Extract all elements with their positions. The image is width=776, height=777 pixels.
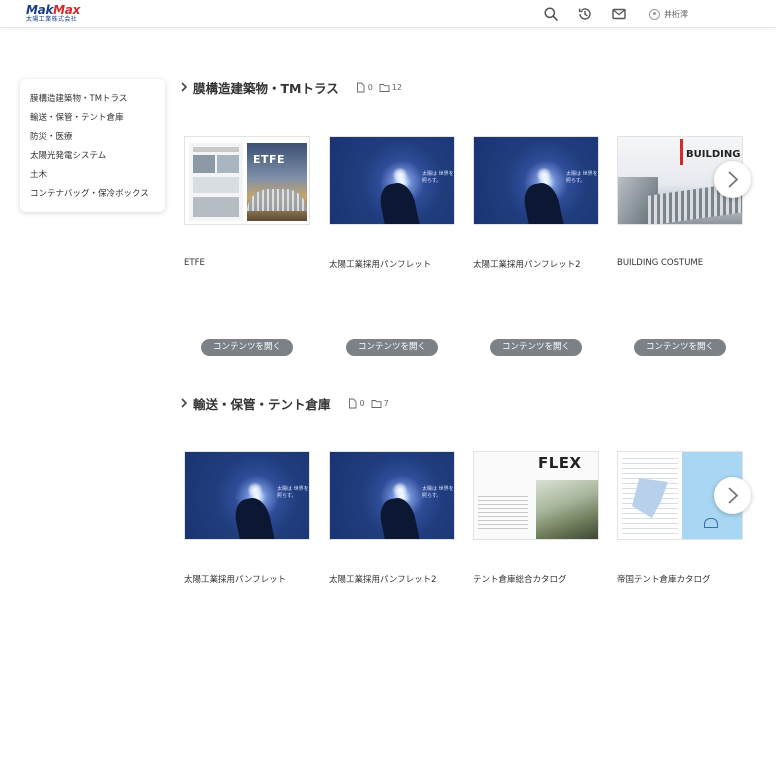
mail-icon[interactable]	[611, 6, 627, 22]
thumbnail[interactable]: FLEX	[473, 451, 599, 540]
category-sidebar: 膜構造建築物・TMトラス 輸送・保管・テント倉庫 防災・医療 太陽光発電システム…	[20, 79, 165, 212]
file-icon	[356, 82, 365, 92]
open-content-button[interactable]: コンテンツを開く	[490, 339, 582, 356]
user-name: 井桁澪	[664, 9, 688, 19]
sidebar-item-solar[interactable]: 太陽光発電システム	[30, 147, 155, 166]
thumbnail[interactable]: 太陽は 世界を照らす。	[184, 451, 310, 540]
card-title[interactable]: 太陽工業採用パンフレット	[329, 258, 431, 270]
section-header: 膜構造建築物・TMトラス 0 12	[179, 79, 402, 96]
file-count: 0	[359, 398, 365, 408]
section-counts: 0 7	[347, 398, 389, 409]
thumbnail[interactable]: 太陽は 世界を照らす。	[329, 136, 455, 225]
sidebar-item-civil[interactable]: 土木	[30, 166, 155, 185]
avatar-icon	[649, 8, 660, 20]
sidebar-item-disaster[interactable]: 防災・医療	[30, 128, 155, 147]
section-title: 膜構造建築物・TMトラス	[193, 80, 339, 96]
open-content-button[interactable]: コンテンツを開く	[346, 339, 438, 356]
folder-count: 12	[391, 82, 402, 92]
section-header: 輸送・保管・テント倉庫 0 7	[179, 395, 389, 412]
card-title[interactable]: 太陽工業採用パンフレット2	[329, 573, 437, 585]
thumbnail[interactable]: 太陽は 世界を照らす。	[329, 451, 455, 540]
company-logo[interactable]: MakMax 太陽工業株式会社	[26, 4, 96, 26]
card-title[interactable]: 太陽工業採用パンフレット	[184, 573, 286, 585]
card-title[interactable]: BUILDING COSTUME	[617, 258, 703, 268]
folder-icon	[379, 83, 390, 92]
card-title[interactable]: テント倉庫総合カタログ	[473, 573, 567, 585]
open-content-button[interactable]: コンテンツを開く	[201, 339, 293, 356]
thumbnail[interactable]: ETFE	[184, 136, 310, 225]
chevron-right-icon[interactable]	[179, 397, 189, 409]
sidebar-item-container[interactable]: コンテナバッグ・保冷ボックス	[30, 185, 155, 204]
chevron-right-icon	[728, 487, 739, 504]
section-title: 輸送・保管・テント倉庫	[193, 396, 331, 412]
folder-count: 7	[383, 398, 389, 408]
open-content-button[interactable]: コンテンツを開く	[634, 339, 726, 356]
card-title[interactable]: 帝国テント倉庫カタログ	[617, 573, 711, 585]
section-counts: 0 12	[355, 82, 402, 93]
file-count: 0	[367, 82, 373, 92]
carousel-next-button[interactable]	[714, 161, 751, 198]
chevron-right-icon[interactable]	[179, 81, 189, 93]
search-icon[interactable]	[543, 6, 559, 22]
card-title[interactable]: 太陽工業採用パンフレット2	[473, 258, 581, 270]
user-menu[interactable]: 井桁澪	[649, 7, 688, 21]
sidebar-item-transport[interactable]: 輸送・保管・テント倉庫	[30, 109, 155, 128]
folder-icon	[371, 399, 382, 408]
sidebar-item-membrane[interactable]: 膜構造建築物・TMトラス	[30, 90, 155, 109]
carousel-next-button[interactable]	[714, 477, 751, 514]
thumbnail[interactable]: 太陽は 世界を照らす。	[473, 136, 599, 225]
file-icon	[348, 398, 356, 408]
history-icon[interactable]	[577, 6, 593, 22]
card-title[interactable]: ETFE	[184, 258, 205, 268]
top-header: MakMax 太陽工業株式会社 井桁澪	[0, 0, 776, 28]
chevron-right-icon	[728, 171, 739, 188]
